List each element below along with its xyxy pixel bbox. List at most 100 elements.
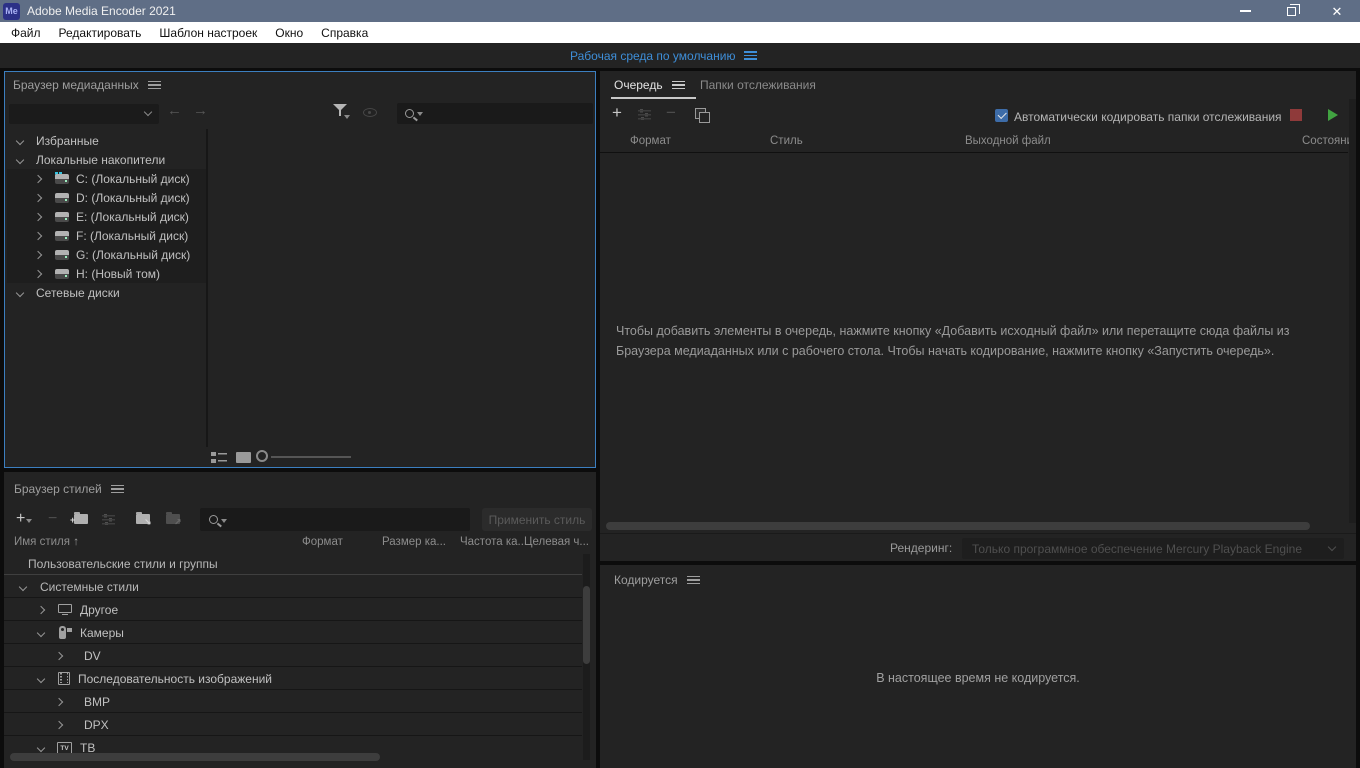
- media-source-dropdown[interactable]: [9, 104, 159, 124]
- tree-item-local-drives[interactable]: Локальные накопители: [5, 150, 205, 169]
- tree-item-label: G: (Локальный диск): [76, 248, 190, 262]
- preset-vertical-scrollbar[interactable]: [583, 554, 590, 760]
- preset-row-cameras[interactable]: Камеры: [4, 622, 582, 644]
- chevron-right-icon[interactable]: [55, 697, 63, 705]
- menu-edit[interactable]: Редактировать: [50, 22, 151, 43]
- queue-menu-icon[interactable]: [672, 79, 685, 92]
- duplicate-icon[interactable]: [695, 108, 708, 120]
- chevron-right-icon[interactable]: [34, 174, 42, 182]
- chevron-down-icon[interactable]: [37, 744, 45, 752]
- chevron-right-icon[interactable]: [34, 212, 42, 220]
- column-header-target: Целевая ч...: [524, 536, 589, 548]
- tree-item-drive-d[interactable]: D: (Локальный диск): [7, 188, 206, 207]
- back-icon[interactable]: ←: [167, 102, 182, 119]
- preset-row-image-sequence[interactable]: Последовательность изображений: [4, 668, 582, 690]
- scrollbar-thumb[interactable]: [583, 586, 590, 664]
- zoom-slider-track[interactable]: [271, 456, 351, 458]
- preset-row-bmp[interactable]: BMP: [4, 691, 582, 713]
- tree-item-drive-c[interactable]: C: (Локальный диск): [7, 169, 206, 188]
- zoom-slider-knob[interactable]: [256, 450, 268, 462]
- encoding-panel-title: Кодируется: [614, 573, 678, 587]
- new-group-icon[interactable]: +: [74, 514, 88, 524]
- import-preset-icon[interactable]: ↘: [136, 514, 150, 524]
- tree-item-label: Пользовательские стили и группы: [28, 557, 218, 571]
- remove-icon[interactable]: −: [666, 103, 676, 123]
- queue-vertical-scrollbar[interactable]: [1349, 99, 1356, 523]
- chevron-right-icon[interactable]: [34, 250, 42, 258]
- tab-queue[interactable]: Очередь: [614, 78, 685, 92]
- title-bar: Me Adobe Media Encoder 2021 ✕: [0, 0, 1360, 22]
- tree-item-label: Другое: [80, 603, 118, 617]
- preset-row-other[interactable]: Другое: [4, 599, 582, 621]
- remove-preset-icon[interactable]: −: [48, 510, 57, 528]
- window-controls: ✕: [1222, 0, 1360, 22]
- drive-icon: [55, 269, 69, 279]
- ingest-icon[interactable]: [363, 108, 377, 117]
- tree-item-drive-f[interactable]: F: (Локальный диск): [7, 226, 206, 245]
- chevron-down-icon[interactable]: [37, 674, 45, 682]
- forward-icon[interactable]: →: [193, 102, 208, 119]
- tab-watch-folders[interactable]: Папки отслеживания: [700, 78, 816, 92]
- tree-item-drive-h[interactable]: H: (Новый том): [7, 264, 206, 283]
- chevron-right-icon[interactable]: [34, 231, 42, 239]
- panel-divider[interactable]: [206, 129, 208, 447]
- menu-file[interactable]: Файл: [2, 22, 50, 43]
- restore-button[interactable]: [1268, 0, 1314, 22]
- chevron-down-icon[interactable]: [16, 155, 24, 163]
- tree-item-favorites[interactable]: Избранные: [5, 131, 205, 150]
- column-header-output: Выходной файл: [965, 135, 1051, 147]
- thumbnail-view-icon[interactable]: [236, 452, 251, 463]
- list-view-icon[interactable]: [211, 451, 227, 463]
- preset-row-dv[interactable]: DV: [4, 645, 582, 667]
- stop-queue-button[interactable]: [1290, 109, 1302, 121]
- media-browser-menu-icon[interactable]: [148, 79, 161, 92]
- queue-empty-message: Чтобы добавить элементы в очередь, нажми…: [616, 321, 1292, 361]
- preset-settings-icon[interactable]: [102, 514, 115, 525]
- queue-horizontal-scrollbar[interactable]: [606, 522, 1310, 530]
- menu-help[interactable]: Справка: [312, 22, 377, 43]
- chevron-down-icon: [417, 112, 423, 116]
- chevron-right-icon[interactable]: [55, 720, 63, 728]
- preset-search-input[interactable]: [200, 508, 470, 531]
- apply-preset-button[interactable]: Применить стиль: [482, 508, 592, 531]
- preset-browser-menu-icon[interactable]: [111, 483, 124, 496]
- chevron-down-icon[interactable]: [16, 136, 24, 144]
- chevron-down-icon[interactable]: [16, 288, 24, 296]
- chevron-right-icon[interactable]: [37, 605, 45, 613]
- workspace-switcher[interactable]: Рабочая среда по умолчанию: [570, 43, 757, 68]
- search-icon: [405, 109, 414, 118]
- menu-preset[interactable]: Шаблон настроек: [150, 22, 266, 43]
- add-output-icon[interactable]: [638, 109, 651, 120]
- workspace-menu-icon[interactable]: [744, 49, 757, 62]
- tree-item-drive-e[interactable]: E: (Локальный диск): [7, 207, 206, 226]
- encoding-menu-icon[interactable]: [687, 574, 700, 587]
- column-header-name[interactable]: Имя стиля ↑: [14, 536, 79, 548]
- chevron-right-icon[interactable]: [34, 193, 42, 201]
- media-search-input[interactable]: [397, 103, 593, 124]
- preset-row-user-presets[interactable]: Пользовательские стили и группы: [4, 553, 582, 575]
- tree-item-label: H: (Новый том): [76, 267, 160, 281]
- monitor-icon: [58, 604, 72, 616]
- preset-row-dpx[interactable]: DPX: [4, 714, 582, 736]
- chevron-right-icon[interactable]: [55, 651, 63, 659]
- tree-item-network-drives[interactable]: Сетевые диски: [5, 283, 205, 302]
- chevron-down-icon[interactable]: [37, 628, 45, 636]
- minimize-button[interactable]: [1222, 0, 1268, 22]
- chevron-down-icon[interactable]: [19, 582, 27, 590]
- add-source-icon[interactable]: +: [612, 103, 622, 123]
- tree-item-label: DV: [84, 649, 101, 663]
- menu-window[interactable]: Окно: [266, 22, 312, 43]
- renderer-dropdown[interactable]: Только программное обеспечение Mercury P…: [962, 538, 1344, 559]
- export-preset-icon[interactable]: ↗: [166, 514, 180, 524]
- auto-encode-checkbox[interactable]: [995, 109, 1008, 122]
- close-button[interactable]: ✕: [1314, 0, 1360, 22]
- add-preset-icon[interactable]: +: [16, 510, 32, 528]
- tree-item-drive-g[interactable]: G: (Локальный диск): [7, 245, 206, 264]
- preset-horizontal-scrollbar[interactable]: [10, 753, 380, 761]
- start-queue-button[interactable]: [1328, 109, 1338, 121]
- encoding-panel: Кодируется В настоящее время не кодирует…: [600, 565, 1356, 768]
- tab-label: Очередь: [614, 78, 663, 92]
- preset-row-system-presets[interactable]: Системные стили: [4, 576, 582, 598]
- chevron-right-icon[interactable]: [34, 269, 42, 277]
- preset-browser-title: Браузер стилей: [14, 482, 102, 496]
